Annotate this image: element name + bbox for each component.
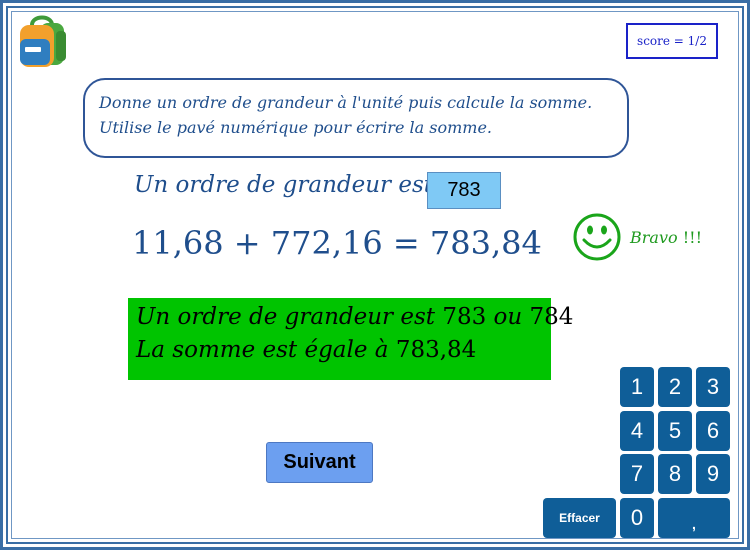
keypad-key-3[interactable]: 3 <box>696 367 730 407</box>
equals-sign: = <box>392 224 420 262</box>
sum-equation: 11,68 + 772,16 = 783,84 <box>132 224 542 262</box>
keypad-key-2[interactable]: 2 <box>658 367 692 407</box>
term-a: 11,68 <box>132 224 224 262</box>
correction-estimate-value-1: 783 <box>442 304 487 330</box>
correction-sum-prefix: La somme est égale à <box>136 337 389 363</box>
correction-line-2: La somme est égale à 783,84 <box>136 334 551 367</box>
keypad-key-comma[interactable]: , <box>658 498 730 538</box>
instruction-line-2: Utilise le pavé numérique pour écrire la… <box>99 118 492 137</box>
keypad-key-9[interactable]: 9 <box>696 454 730 494</box>
instructions-panel: Donne un ordre de grandeur à l'unité pui… <box>83 78 629 158</box>
keypad-key-7[interactable]: 7 <box>620 454 654 494</box>
smiley-icon <box>573 213 621 261</box>
next-button[interactable]: Suivant <box>266 442 373 483</box>
correction-estimate-value-2: 784 <box>529 304 574 330</box>
bravo-exclamation: !!! <box>682 228 703 247</box>
correction-panel: Un ordre de grandeur est 783 ou 784 La s… <box>128 298 573 380</box>
keypad-key-8[interactable]: 8 <box>658 454 692 494</box>
backpack-icon <box>20 15 66 67</box>
term-b: 772,16 <box>270 224 383 262</box>
keypad-key-4[interactable]: 4 <box>620 411 654 451</box>
correction-estimate-prefix: Un ordre de grandeur est <box>136 304 435 330</box>
keypad-key-1[interactable]: 1 <box>620 367 654 407</box>
score-display: score = 1/2 <box>626 23 718 59</box>
estimate-input[interactable]: 783 <box>427 172 501 209</box>
correction-sum-value: 783,84 <box>395 337 477 363</box>
feedback-bravo: Bravo !!! <box>630 228 702 247</box>
correction-or: ou <box>493 304 523 330</box>
plus-sign: + <box>233 224 261 262</box>
instruction-line-1: Donne un ordre de grandeur à l'unité pui… <box>99 93 593 112</box>
keypad-clear-button[interactable]: Effacer <box>543 498 616 538</box>
bravo-text: Bravo <box>630 228 678 247</box>
keypad-key-0[interactable]: 0 <box>620 498 654 538</box>
keypad-key-5[interactable]: 5 <box>658 411 692 451</box>
estimate-label: Un ordre de grandeur est <box>134 172 433 198</box>
sum-result: 783,84 <box>429 224 542 262</box>
keypad-key-6[interactable]: 6 <box>696 411 730 451</box>
correction-line-1: Un ordre de grandeur est 783 ou 784 <box>136 301 573 334</box>
